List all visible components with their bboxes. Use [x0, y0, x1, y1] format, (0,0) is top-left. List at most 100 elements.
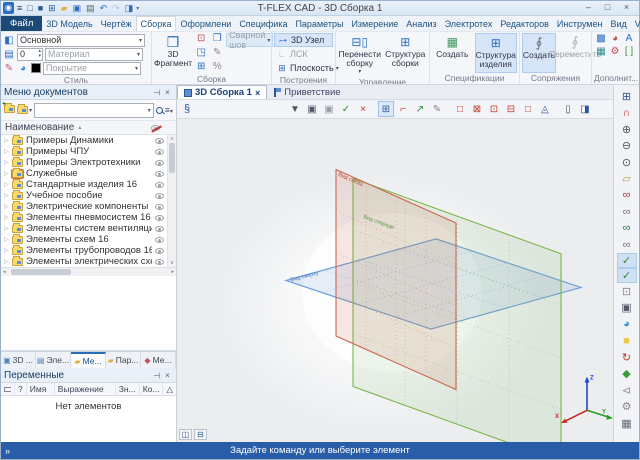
tools-icon[interactable]: ✎	[210, 47, 224, 60]
lcs-button[interactable]: ∟ ЛСК	[274, 47, 333, 61]
tree-item[interactable]: ▷ Примеры Электротехники	[1, 157, 167, 168]
tree-item[interactable]: ▷ Примеры ЧПУ	[1, 146, 167, 157]
eye-icon[interactable]	[155, 171, 164, 177]
col-value[interactable]: Зн...	[116, 383, 140, 395]
tree-item[interactable]: ▷ Стандартные изделия 16	[1, 179, 167, 190]
expand-icon[interactable]: ▷	[4, 148, 9, 155]
annotate-icon[interactable]: A	[622, 33, 636, 46]
visibility-column-icon[interactable]	[151, 125, 160, 131]
view-tool-icon[interactable]: ▣	[617, 300, 637, 317]
qat-button[interactable]: ▤	[84, 2, 97, 14]
expand-icon[interactable]: ▷	[4, 203, 9, 210]
view-tool-icon[interactable]: ∞	[617, 237, 637, 254]
view-tool-icon[interactable]: ⊲	[617, 382, 637, 399]
tree-vertical-scrollbar[interactable]: ∧∨	[167, 135, 176, 267]
view-tool-icon[interactable]: ∩	[617, 105, 637, 122]
node-3d-button[interactable]: ⌐• 3D Узел	[274, 33, 333, 47]
tree-item[interactable]: ▷ Элементы трубопроводов 16	[1, 245, 167, 256]
level-spinner[interactable]: 0 ▴▾	[17, 48, 43, 61]
menu-tab[interactable]: Электротех	[441, 16, 497, 31]
color-sphere-icon[interactable]: ◕	[17, 63, 29, 74]
split-vertical-icon[interactable]: ◫	[179, 429, 192, 440]
viewport-tool-icon[interactable]: ◬	[537, 101, 553, 117]
tree-horizontal-scrollbar[interactable]: ◂▸	[1, 267, 176, 276]
tree-item[interactable]: ▷ Элементы пневмосистем 16	[1, 212, 167, 223]
tree-item[interactable]: ▷ Примеры Динамики	[1, 135, 167, 146]
menu-tab[interactable]: VR	[631, 16, 640, 31]
qat-button[interactable]: ≡	[15, 2, 24, 14]
qat-button[interactable]: ■	[36, 2, 45, 14]
menu-tab[interactable]: Сборка	[136, 16, 177, 31]
left-panel-tab[interactable]: ▰ Пар...	[106, 352, 141, 368]
blocks-icon[interactable]: ▩	[594, 33, 608, 46]
col-question[interactable]: ?	[15, 383, 27, 395]
viewport-tool-icon[interactable]: □	[452, 101, 468, 117]
expand-icon[interactable]: ▷	[4, 258, 9, 265]
open-folder-icon[interactable]: ▾	[17, 106, 32, 114]
percent-icon[interactable]: %	[210, 61, 224, 74]
viewport-tool-icon[interactable]: ▯	[560, 101, 576, 117]
eye-icon[interactable]	[155, 149, 164, 155]
viewport-tool-icon[interactable]: ⊡	[486, 101, 502, 117]
view-tool-icon[interactable]: ⊕	[617, 121, 637, 138]
view-tool-icon[interactable]: ∞	[617, 187, 637, 204]
view-mode-icon[interactable]: ≡▾	[165, 105, 173, 115]
viewport-tool-icon[interactable]: ↗	[412, 101, 428, 117]
search-input[interactable]: ▾	[34, 103, 154, 118]
qat-button[interactable]: □	[25, 2, 34, 14]
spheres-icon[interactable]: ◕	[608, 33, 622, 46]
eye-icon[interactable]	[155, 226, 164, 232]
split-horizontal-icon[interactable]: ⊟	[194, 429, 207, 440]
view-tool-icon[interactable]: ■	[617, 333, 637, 350]
view-tool-icon[interactable]: ∞	[617, 220, 637, 237]
viewport-tool-icon[interactable]: ✓	[338, 101, 354, 117]
structure-panel-icon[interactable]: §	[177, 103, 197, 115]
close-button[interactable]: ×	[618, 2, 635, 14]
plane-button[interactable]: ⊞ Плоскость ▾	[274, 61, 333, 75]
menu-tab[interactable]: Измерение	[347, 16, 402, 31]
document-tab-assembly[interactable]: 3D Сборка 1 ×	[177, 85, 267, 99]
tree-item[interactable]: ▷ Учебное пособие	[1, 190, 167, 201]
insert-fragment-icon[interactable]: ⊡	[194, 33, 208, 46]
menu-tab[interactable]: Анализ	[402, 16, 440, 31]
view-tool-icon[interactable]: ∞	[617, 204, 637, 221]
qat-button[interactable]: ◨	[123, 2, 136, 14]
minimize-button[interactable]: –	[580, 2, 597, 14]
expand-icon[interactable]: ▷	[4, 214, 9, 221]
eye-icon[interactable]	[155, 160, 164, 166]
left-panel-tab[interactable]: ▰ Ме...	[71, 352, 106, 368]
qat-button[interactable]: ◉	[3, 2, 14, 14]
col-expression[interactable]: Выражение	[55, 383, 116, 395]
menu-tab[interactable]: Оформлени	[176, 16, 235, 31]
tree-item[interactable]: ▷ Электрические компоненты	[1, 201, 167, 212]
variables-close-icon[interactable]: ×	[162, 371, 173, 380]
qat-button[interactable]: ↶	[98, 2, 110, 14]
panel-close-icon[interactable]: ×	[162, 88, 173, 97]
style-combo[interactable]: Основной▾	[17, 34, 145, 47]
view-tool-icon[interactable]: ↻	[617, 349, 637, 366]
edit-fragment-icon[interactable]: ◳	[194, 47, 208, 60]
view-tool-icon[interactable]: ▱	[617, 171, 637, 188]
view-tool-icon[interactable]: ⊡	[617, 283, 637, 300]
move-assembly-button[interactable]: ⊟▯ Перенести сборку ▾	[338, 33, 382, 77]
qat-button[interactable]: ⊞	[46, 2, 58, 14]
expand-icon[interactable]: ▷	[4, 170, 9, 177]
product-structure-button[interactable]: ⊞ Структура изделия	[475, 33, 518, 73]
viewport-3d[interactable]: Вид сверху Вид спереди	[177, 119, 613, 442]
view-tool-icon[interactable]: ⚙	[617, 399, 637, 416]
view-tool-icon[interactable]: ⊖	[617, 138, 637, 155]
variables-pin-icon[interactable]: ⊤	[151, 371, 162, 380]
expand-icon[interactable]: ▷	[4, 137, 9, 144]
gear-red-icon[interactable]: ⚙	[608, 46, 622, 59]
qat-button[interactable]: ▣	[71, 2, 84, 14]
tree-item[interactable]: ▷ Служебные	[1, 168, 167, 179]
eye-icon[interactable]	[155, 248, 164, 254]
eye-icon[interactable]	[155, 182, 164, 188]
col-comment[interactable]: Ко...	[140, 383, 164, 395]
expand-icon[interactable]: ▷	[4, 236, 9, 243]
color-swatch[interactable]	[31, 63, 41, 73]
eye-icon[interactable]	[155, 259, 164, 265]
tab-file[interactable]: Файл	[1, 16, 42, 31]
move-mate-button[interactable]: ∮ Переместить	[558, 33, 592, 73]
viewport-tool-icon[interactable]: ⊠	[469, 101, 485, 117]
